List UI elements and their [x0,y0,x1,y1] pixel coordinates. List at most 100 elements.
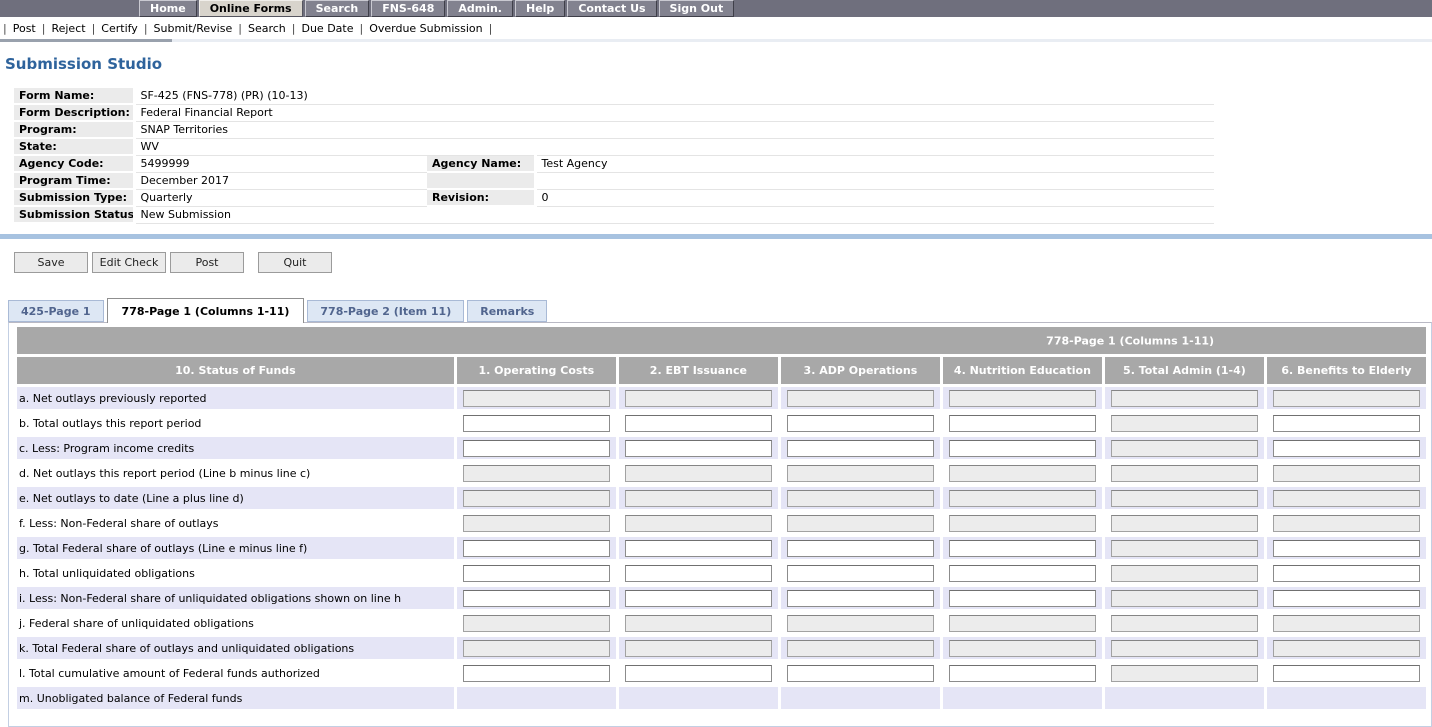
grid-cell [781,437,940,459]
grid-cell [457,462,616,484]
quit-button[interactable]: Quit [258,252,332,273]
input-row-c-col-2[interactable] [625,440,772,457]
grid-cell [943,537,1102,559]
input-row-g-col-3[interactable] [787,540,934,557]
action-link-post[interactable]: Post [13,22,36,35]
input-row-b-col-1[interactable] [463,415,610,432]
input-row-h-col-1[interactable] [463,565,610,582]
input-row-h-col-4[interactable] [949,565,1096,582]
grid-cell [619,587,778,609]
grid-cell [943,437,1102,459]
action-link-due-date[interactable]: Due Date [301,22,353,35]
top-nav-bar: HomeOnline FormsSearchFNS-648Admin.HelpC… [0,0,1432,17]
action-nav-separator: | [92,22,96,35]
input-row-c-col-4[interactable] [949,440,1096,457]
grid-cell [943,387,1102,409]
input-row-j-col-3 [787,615,934,632]
input-row-i-col-2[interactable] [625,590,772,607]
grid-cell [781,387,940,409]
tab-778-page-1-columns-1-11[interactable]: 778-Page 1 (Columns 1-11) [107,298,305,323]
input-row-c-col-3[interactable] [787,440,934,457]
grid-cell [781,512,940,534]
top-nav-sign-out[interactable]: Sign Out [659,0,735,17]
tab-remarks[interactable]: Remarks [467,300,547,322]
input-row-g-col-6[interactable] [1273,540,1420,557]
input-row-h-col-2[interactable] [625,565,772,582]
input-row-b-col-5 [1111,415,1258,432]
grid-row-c: c. Less: Program income credits [17,437,1426,459]
input-row-g-col-4[interactable] [949,540,1096,557]
action-link-submit-revise[interactable]: Submit/Revise [154,22,233,35]
action-link-search[interactable]: Search [248,22,286,35]
input-row-h-col-6[interactable] [1273,565,1420,582]
top-nav-admin[interactable]: Admin. [447,0,513,17]
grid-cell [619,487,778,509]
input-row-i-col-6[interactable] [1273,590,1420,607]
edit-check-button[interactable]: Edit Check [92,252,166,273]
post-button[interactable]: Post [170,252,244,273]
input-row-b-col-6[interactable] [1273,415,1420,432]
grid-cell [619,412,778,434]
grid-cell [457,412,616,434]
input-row-l-col-6[interactable] [1273,665,1420,682]
grid-cell [781,412,940,434]
input-row-l-col-2[interactable] [625,665,772,682]
grid-cell [781,662,940,684]
input-row-i-col-3[interactable] [787,590,934,607]
input-row-l-col-1[interactable] [463,665,610,682]
top-nav-fns-648[interactable]: FNS-648 [371,0,445,17]
save-button[interactable]: Save [14,252,88,273]
input-row-c-col-6[interactable] [1273,440,1420,457]
input-row-g-col-1[interactable] [463,540,610,557]
grid-cell [1105,387,1264,409]
grid-cell [1105,612,1264,634]
input-row-d-col-3 [787,465,934,482]
input-row-e-col-2 [625,490,772,507]
tab-panel: 778-Page 1 (Columns 1-11) 10. Status of … [8,322,1432,727]
action-link-certify[interactable]: Certify [101,22,138,35]
grid-cell [619,637,778,659]
input-row-b-col-4[interactable] [949,415,1096,432]
grid-cell [1267,387,1426,409]
action-link-bar: |Post|Reject|Certify|Submit/Revise|Searc… [0,17,1432,39]
tab-bar: 425-Page 1778-Page 1 (Columns 1-11)778-P… [8,298,1432,322]
input-row-l-col-3[interactable] [787,665,934,682]
row-label-k: k. Total Federal share of outlays and un… [17,637,454,659]
input-row-b-col-2[interactable] [625,415,772,432]
action-link-overdue-submission[interactable]: Overdue Submission [369,22,482,35]
input-row-a-col-4 [949,390,1096,407]
grid-cell [943,637,1102,659]
input-row-c-col-1[interactable] [463,440,610,457]
grid-cell [457,437,616,459]
action-link-reject[interactable]: Reject [51,22,85,35]
input-row-g-col-2[interactable] [625,540,772,557]
top-nav-search[interactable]: Search [305,0,370,17]
info-label: Agency Code: [14,155,134,172]
input-row-b-col-3[interactable] [787,415,934,432]
info-value2 [535,172,1214,189]
action-nav-separator: | [292,22,296,35]
grid-cell [943,687,1102,709]
tab-425-page-1[interactable]: 425-Page 1 [8,300,104,322]
input-row-e-col-5 [1111,490,1258,507]
grid-title: 778-Page 1 (Columns 1-11) [1046,334,1214,347]
top-nav-home[interactable]: Home [139,0,197,17]
grid-row-a: a. Net outlays previously reported [17,387,1426,409]
tab-778-page-2-item-11[interactable]: 778-Page 2 (Item 11) [307,300,464,322]
row-label-i: i. Less: Non-Federal share of unliquidat… [17,587,454,609]
input-row-h-col-5 [1111,565,1258,582]
input-row-i-col-1[interactable] [463,590,610,607]
top-nav-online-forms[interactable]: Online Forms [199,0,303,17]
input-row-l-col-5 [1111,665,1258,682]
top-nav-contact-us[interactable]: Contact Us [567,0,656,17]
grid-cell [457,487,616,509]
input-row-i-col-5 [1111,590,1258,607]
top-nav-help[interactable]: Help [515,0,565,17]
grid-row-k: k. Total Federal share of outlays and un… [17,637,1426,659]
input-row-l-col-4[interactable] [949,665,1096,682]
grid-cell [619,387,778,409]
input-row-h-col-3[interactable] [787,565,934,582]
grid-cell [943,412,1102,434]
input-row-i-col-4[interactable] [949,590,1096,607]
grid-cell [1267,487,1426,509]
